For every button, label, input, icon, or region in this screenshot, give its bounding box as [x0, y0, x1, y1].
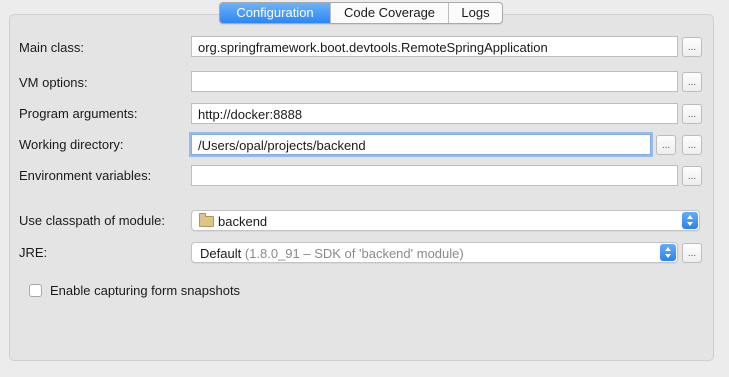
chevron-up-down-icon [660, 244, 676, 261]
classpath-module-value: backend [218, 214, 268, 229]
program-arguments-label: Program arguments: [19, 106, 138, 121]
configuration-panel [9, 14, 714, 361]
environment-variables-edit-button[interactable]: ... [682, 166, 702, 186]
tab-configuration[interactable]: Configuration [220, 3, 330, 23]
program-arguments-expand-button[interactable]: ... [682, 104, 702, 124]
snapshots-checkbox[interactable] [29, 284, 42, 297]
main-class-browse-button[interactable]: ... [682, 37, 702, 57]
main-class-label: Main class: [19, 40, 85, 55]
vm-options-expand-button[interactable]: ... [682, 72, 702, 92]
environment-variables-label: Environment variables: [19, 168, 152, 183]
chevron-up-down-icon [682, 212, 698, 229]
main-class-input[interactable]: org.springframework.boot.devtools.Remote… [191, 36, 678, 57]
jre-value: Default (1.8.0_91 – SDK of 'backend' mod… [200, 245, 464, 262]
jre-label: JRE: [19, 245, 48, 260]
folder-icon [199, 213, 214, 227]
jre-name: Default [200, 246, 242, 261]
snapshots-label[interactable]: Enable capturing form snapshots [50, 283, 240, 298]
working-directory-input[interactable]: /Users/opal/projects/backend [191, 134, 651, 155]
tab-code-coverage[interactable]: Code Coverage [330, 3, 448, 23]
vm-options-label: VM options: [19, 75, 88, 90]
classpath-module-select[interactable]: backend [191, 210, 700, 231]
tab-logs[interactable]: Logs [448, 3, 502, 23]
environment-variables-input[interactable] [191, 165, 678, 186]
working-directory-macro-button[interactable]: ... [682, 135, 702, 155]
working-directory-browse-button[interactable]: ... [656, 135, 676, 155]
program-arguments-input[interactable]: http://docker:8888 [191, 103, 678, 124]
jre-browse-button[interactable]: ... [682, 243, 702, 263]
jre-select[interactable]: Default (1.8.0_91 – SDK of 'backend' mod… [191, 242, 678, 263]
jre-detail: (1.8.0_91 – SDK of 'backend' module) [244, 246, 464, 261]
classpath-module-label: Use classpath of module: [19, 213, 165, 228]
vm-options-input[interactable] [191, 71, 678, 92]
working-directory-label: Working directory: [19, 137, 124, 152]
tab-bar: Configuration Code Coverage Logs [219, 2, 503, 24]
